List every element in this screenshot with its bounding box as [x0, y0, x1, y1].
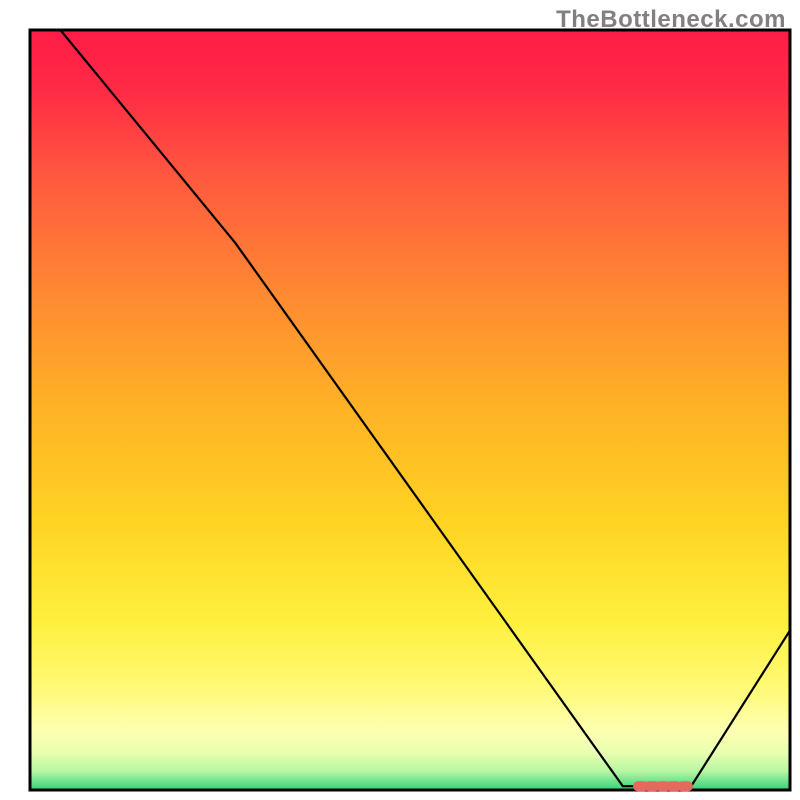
chart-canvas: TheBottleneck.com: [0, 0, 800, 800]
chart-plot: [0, 0, 800, 800]
watermark-text: TheBottleneck.com: [556, 6, 786, 34]
gradient-area: [30, 30, 790, 790]
